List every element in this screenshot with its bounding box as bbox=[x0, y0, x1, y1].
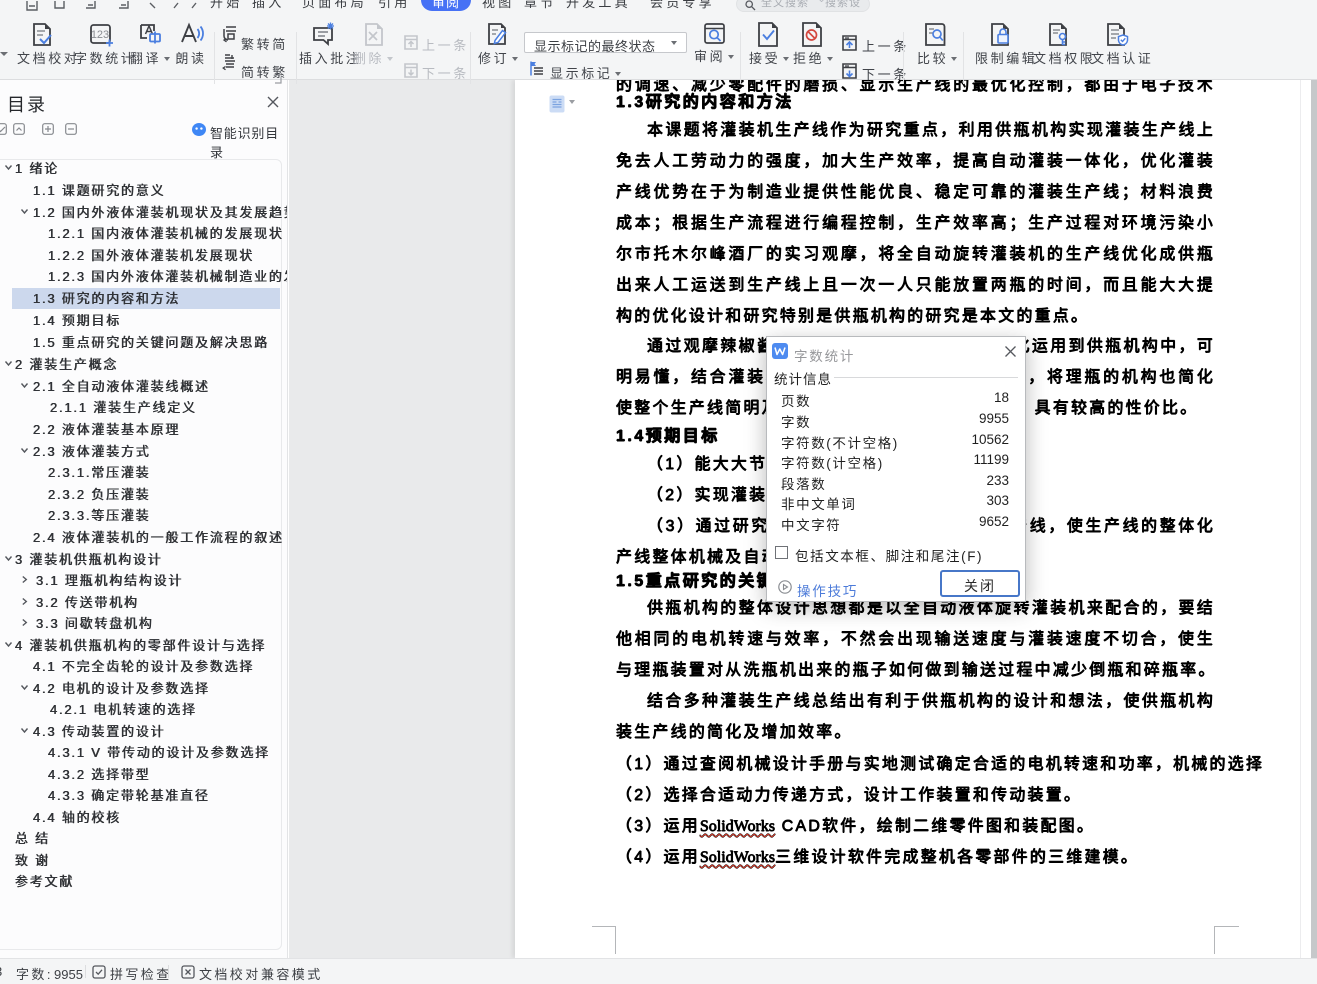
svg-text:123: 123 bbox=[90, 29, 108, 41]
